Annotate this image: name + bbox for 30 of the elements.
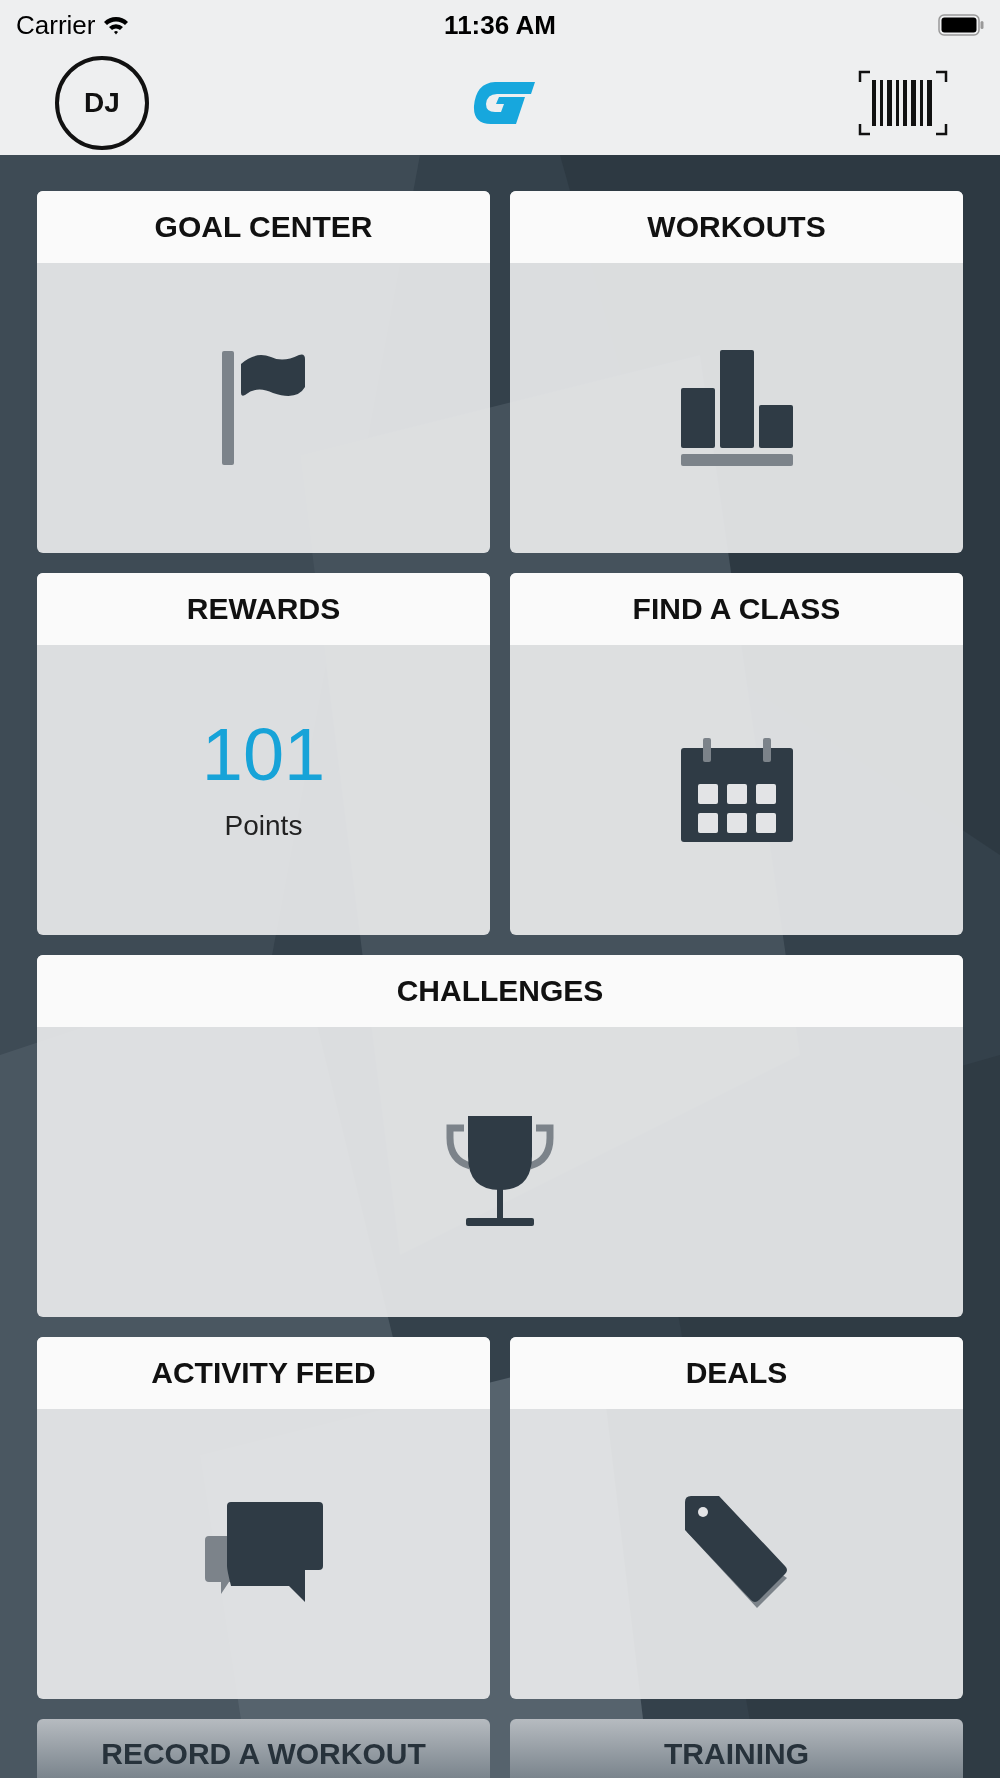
- calendar-icon: [680, 738, 793, 842]
- battery-icon: [938, 14, 984, 36]
- trophy-icon: [444, 1116, 556, 1228]
- tile-title: WORKOUTS: [647, 210, 826, 244]
- tile-card[interactable]: FIND A CLASS: [510, 573, 963, 935]
- avatar-button[interactable]: DJ: [55, 55, 149, 150]
- tile-title: DEALS: [685, 1356, 788, 1390]
- tile-title: GOAL CENTER: [154, 210, 373, 244]
- tile-card[interactable]: DEALS: [510, 1337, 963, 1699]
- flag-icon: [220, 349, 307, 467]
- tile-card[interactable]: REWARDS 101 Points: [37, 573, 490, 935]
- bar-chart-icon: [680, 350, 793, 466]
- tile-card[interactable]: WORKOUTS: [510, 191, 963, 553]
- tile-card[interactable]: TRAINING: [510, 1719, 963, 1778]
- points-value: 101: [201, 718, 326, 792]
- tile-card[interactable]: CHALLENGES: [37, 955, 963, 1317]
- tile-title: TRAINING: [664, 1737, 809, 1770]
- tile-card[interactable]: RECORD A WORKOUT: [37, 1719, 490, 1778]
- points-label: Points: [224, 810, 303, 842]
- clock-time: 11:36 AM: [444, 9, 556, 41]
- tile-title: ACTIVITY FEED: [151, 1356, 376, 1390]
- tile-title: RECORD A WORKOUT: [101, 1737, 426, 1770]
- carrier-name: Carrier: [16, 9, 96, 41]
- barcode-icon[interactable]: [858, 69, 948, 136]
- wifi-icon: [103, 15, 130, 35]
- tile-card[interactable]: GOAL CENTER: [37, 191, 490, 553]
- tile-title: FIND A CLASS: [632, 592, 841, 626]
- tile-card[interactable]: ACTIVITY FEED: [37, 1337, 490, 1699]
- tile-title: REWARDS: [186, 592, 341, 626]
- tile-title: CHALLENGES: [396, 974, 604, 1008]
